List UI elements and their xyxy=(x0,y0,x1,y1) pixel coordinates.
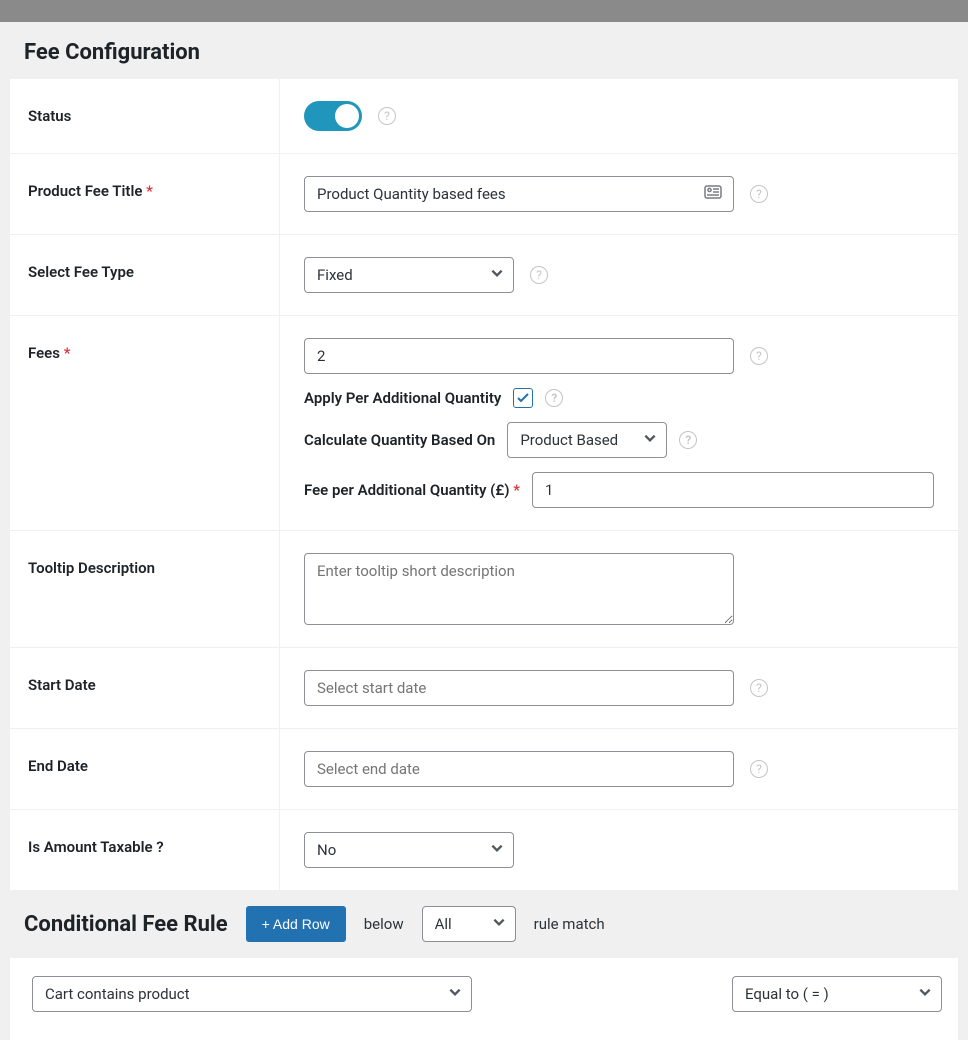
title-label: Product Fee Title * xyxy=(10,154,280,234)
help-icon[interactable]: ? xyxy=(679,431,697,449)
help-icon[interactable]: ? xyxy=(750,347,768,365)
taxable-select[interactable]: No xyxy=(304,832,514,868)
start-date-label: Start Date xyxy=(10,648,280,728)
end-date-label: End Date xyxy=(10,729,280,809)
row-end-date: End Date ? xyxy=(10,729,958,810)
row-taxable: Is Amount Taxable ? No xyxy=(10,810,958,890)
help-icon[interactable]: ? xyxy=(750,679,768,697)
fee-per-input[interactable] xyxy=(532,472,934,508)
fees-input[interactable] xyxy=(304,338,734,374)
fee-config-form: Status ? Product Fee Title * ? Select Fe… xyxy=(10,79,958,890)
row-fees: Fees * ? Apply Per Additional Quantity ?… xyxy=(10,316,958,531)
row-status: Status ? xyxy=(10,79,958,154)
below-text: below xyxy=(364,915,404,933)
tooltip-label: Tooltip Description xyxy=(10,531,280,647)
feetype-label: Select Fee Type xyxy=(10,235,280,315)
calc-label: Calculate Quantity Based On xyxy=(304,431,495,449)
apply-per-label: Apply Per Additional Quantity xyxy=(304,389,501,407)
fee-type-select[interactable]: Fixed xyxy=(304,257,514,293)
product-fee-title-input[interactable] xyxy=(304,176,734,212)
help-icon[interactable]: ? xyxy=(750,185,768,203)
apply-per-checkbox[interactable] xyxy=(513,388,533,408)
fees-label: Fees * xyxy=(10,316,280,530)
match-mode-select[interactable]: All xyxy=(422,906,516,942)
conditional-title: Conditional Fee Rule xyxy=(24,912,228,937)
add-row-button[interactable]: + Add Row xyxy=(246,906,346,942)
feeper-label: Fee per Additional Quantity (£) * xyxy=(304,481,520,499)
help-icon[interactable]: ? xyxy=(750,760,768,778)
row-tooltip: Tooltip Description xyxy=(10,531,958,648)
rule-match-text: rule match xyxy=(534,915,605,933)
conditional-header: Conditional Fee Rule + Add Row below All… xyxy=(10,890,958,958)
help-icon[interactable]: ? xyxy=(545,389,563,407)
rule-operator-select[interactable]: Equal to ( = ) xyxy=(732,976,942,1012)
help-icon[interactable]: ? xyxy=(530,266,548,284)
conditional-rule-panel: Conditional Fee Rule + Add Row below All… xyxy=(10,890,958,1040)
fee-configuration-panel: Fee Configuration Status ? Product Fee T… xyxy=(10,22,958,890)
tooltip-textarea[interactable] xyxy=(304,553,734,625)
help-icon[interactable]: ? xyxy=(378,107,396,125)
section-title: Fee Configuration xyxy=(10,22,958,79)
end-date-input[interactable] xyxy=(304,751,734,787)
start-date-input[interactable] xyxy=(304,670,734,706)
status-label: Status xyxy=(10,79,280,153)
status-toggle[interactable] xyxy=(304,101,362,131)
row-feetype: Select Fee Type Fixed ? xyxy=(10,235,958,316)
rule-row: Cart contains product Equal to ( = ) xyxy=(10,958,958,1040)
calc-based-select[interactable]: Product Based xyxy=(507,422,667,458)
row-title: Product Fee Title * ? xyxy=(10,154,958,235)
rule-field-select[interactable]: Cart contains product xyxy=(32,976,472,1012)
window-titlebar xyxy=(0,0,968,22)
card-icon xyxy=(704,185,722,203)
row-start-date: Start Date ? xyxy=(10,648,958,729)
taxable-label: Is Amount Taxable ? xyxy=(10,810,280,890)
